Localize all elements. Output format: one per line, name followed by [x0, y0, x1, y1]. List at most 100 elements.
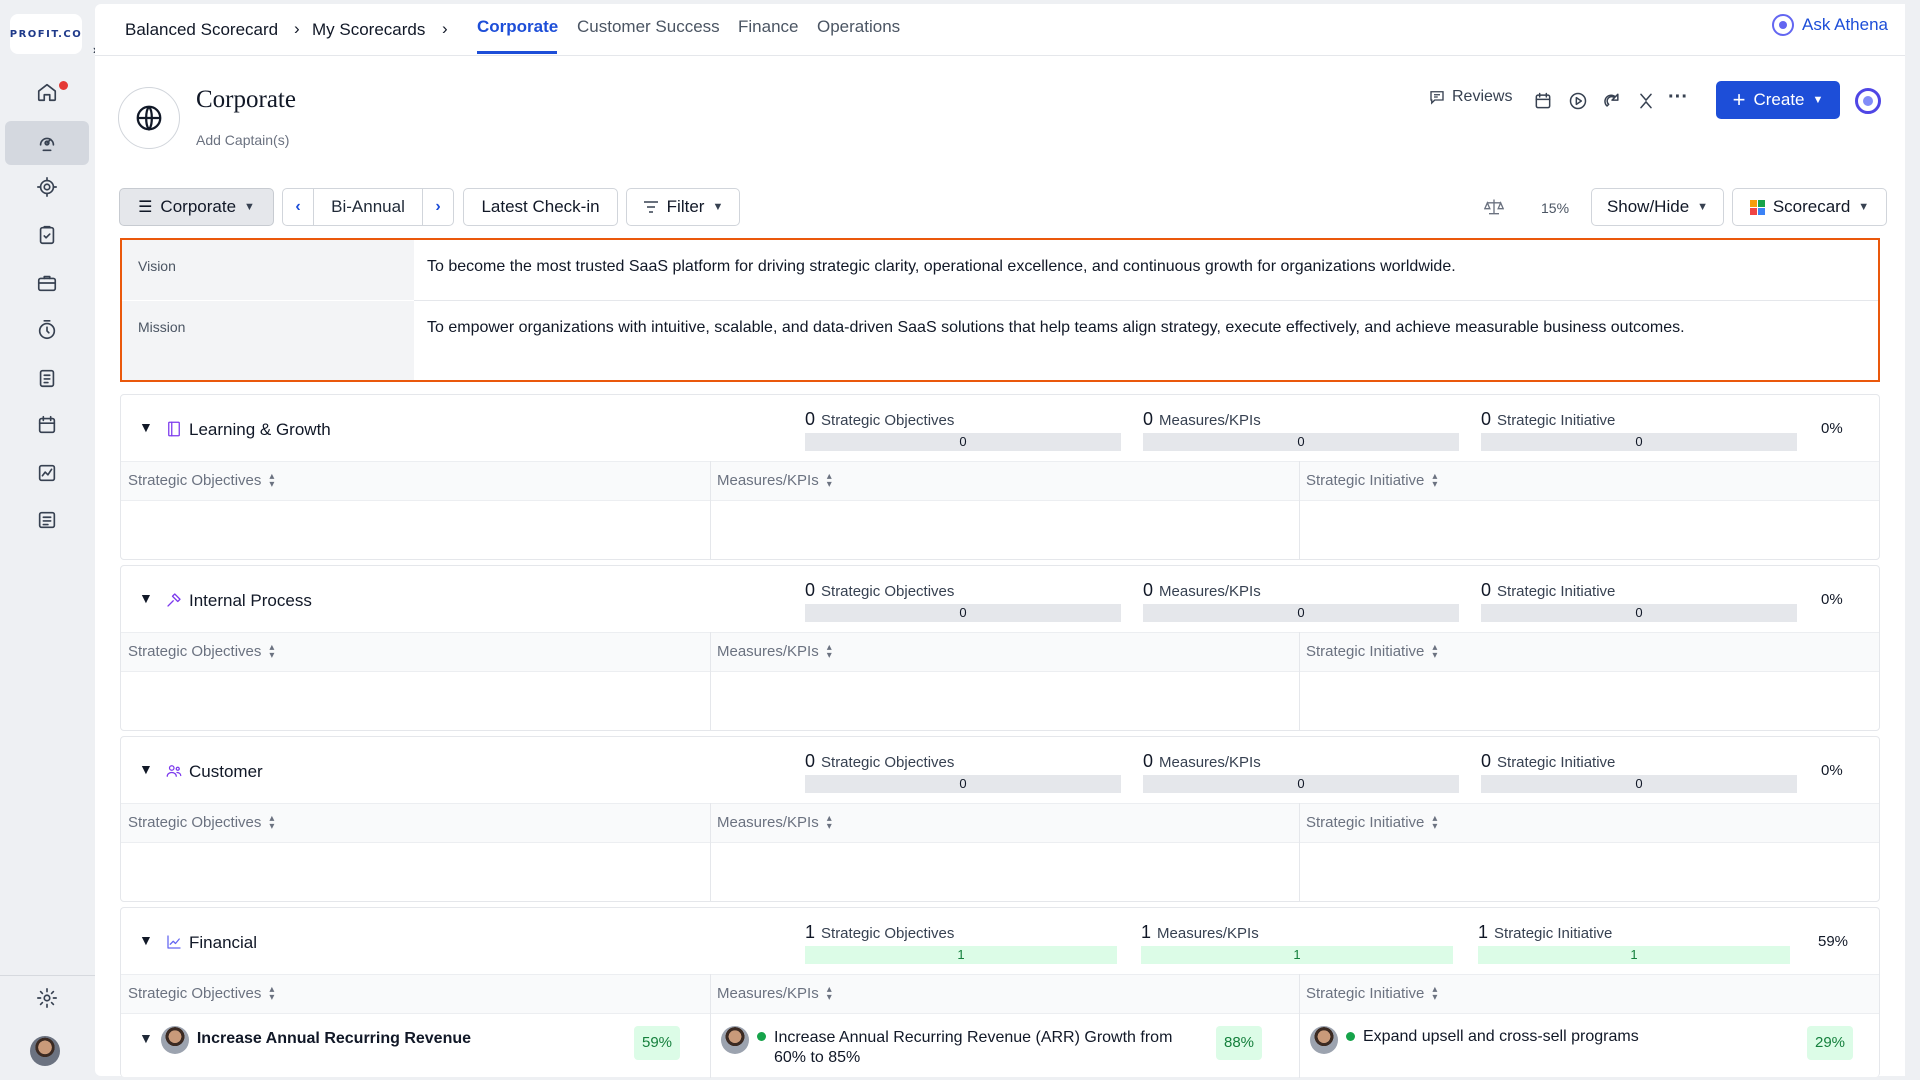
sort-icon[interactable]: ▴ ▾ [827, 984, 832, 1002]
view-select[interactable]: Scorecard ▼ [1732, 188, 1887, 226]
column-header-objectives[interactable]: Strategic Objectives ▴ ▾ [128, 471, 274, 489]
perspective-customer: ▼ Customer 0 Strategic Objectives 0 0 Meas… [120, 736, 1880, 902]
sort-icon[interactable]: ▴ ▾ [827, 642, 832, 660]
column-header-measures[interactable]: Measures/KPIs ▴ ▾ [717, 984, 832, 1002]
latest-checkin-label: Latest Check-in [481, 197, 600, 216]
objectives-count: 1 [805, 922, 816, 942]
initiatives-metric: 0 Strategic Initiative 0 [1481, 751, 1797, 793]
perspective-name: Internal Process [189, 591, 312, 610]
tab-operations[interactable]: Operations [817, 17, 900, 37]
filter-button[interactable]: Filter ▼ [626, 188, 740, 226]
owner-avatar [160, 1026, 189, 1054]
objectives-metric: 1 Strategic Objectives 1 [805, 922, 1117, 964]
user-avatar[interactable] [30, 1036, 60, 1066]
chevron-down-icon[interactable]: ▼ [139, 590, 153, 606]
analytics-icon[interactable] [5, 451, 89, 495]
share-icon[interactable] [1601, 90, 1623, 112]
sort-icon[interactable]: ▴ ▾ [269, 813, 274, 831]
column-header-initiatives[interactable]: Strategic Initiative ▴ ▾ [1306, 984, 1437, 1002]
owner-avatar [1310, 1026, 1338, 1054]
add-captain-link[interactable]: Add Captain(s) [196, 132, 289, 148]
collapse-icon[interactable] [1635, 90, 1657, 112]
scorecard-select[interactable]: ☰ Corporate ▼ [119, 188, 274, 226]
calendar-icon[interactable] [1532, 90, 1554, 112]
create-button[interactable]: + Create ▼ [1716, 81, 1840, 119]
vision-mission-panel: Vision To become the most trusted SaaS p… [120, 238, 1880, 382]
perspective-header[interactable]: ▼ Customer 0 Strategic Objectives 0 0 Meas… [121, 737, 1879, 803]
settings-icon[interactable] [5, 976, 89, 1020]
column-header-measures[interactable]: Measures/KPIs ▴ ▾ [717, 471, 832, 489]
comment-icon [1430, 91, 1444, 105]
list-icon[interactable] [5, 498, 89, 542]
strategy-icon[interactable] [5, 121, 89, 165]
sort-icon[interactable]: ▴ ▾ [1432, 984, 1437, 1002]
mission-text[interactable]: To empower organizations with intuitive,… [427, 319, 1685, 337]
vision-text[interactable]: To become the most trusted SaaS platform… [427, 258, 1456, 276]
perspective-header[interactable]: ▼ Learning & Growth 0 Strategic Objective… [121, 395, 1879, 461]
briefcase-icon[interactable] [5, 261, 89, 305]
column-header-measures[interactable]: Measures/KPIs ▴ ▾ [717, 813, 832, 831]
calendar-icon[interactable] [5, 403, 89, 447]
weight-scale-icon[interactable] [1483, 197, 1506, 219]
show-hide-button[interactable]: Show/Hide ▼ [1591, 188, 1724, 226]
sidebar: PROFIT.CO › [0, 0, 97, 1080]
ask-athena-button[interactable]: Ask Athena [1772, 14, 1888, 36]
target-icon[interactable] [5, 165, 89, 209]
app-logo[interactable]: PROFIT.CO [10, 14, 82, 54]
play-icon[interactable] [1567, 90, 1589, 112]
reviews-button[interactable]: Reviews [1428, 88, 1512, 106]
column-divider [1299, 461, 1300, 560]
perspective-header[interactable]: ▼ Financial 1 Strategic Objectives 1 1 Mea… [121, 908, 1879, 974]
objectives-metric: 0 Strategic Objectives 0 [805, 409, 1121, 451]
latest-checkin-button[interactable]: Latest Check-in [463, 188, 618, 226]
sort-icon[interactable]: ▴ ▾ [1432, 471, 1437, 489]
chevron-down-icon[interactable]: ▼ [139, 1030, 153, 1046]
tab-finance[interactable]: Finance [738, 17, 798, 37]
breadcrumb-my-scorecards[interactable]: My Scorecards [312, 20, 425, 40]
column-header-label: Strategic Objectives [128, 985, 262, 1002]
objective-title[interactable]: Increase Annual Recurring Revenue [197, 1030, 471, 1048]
column-header-objectives[interactable]: Strategic Objectives ▴ ▾ [128, 813, 274, 831]
clipboard-icon[interactable] [5, 356, 89, 400]
chevron-down-icon[interactable]: ▼ [139, 419, 153, 435]
period-label[interactable]: Bi-Annual [313, 189, 423, 225]
measures-progress-bar: 1 [1141, 946, 1453, 964]
column-header-initiatives[interactable]: Strategic Initiative ▴ ▾ [1306, 813, 1437, 831]
sort-icon[interactable]: ▴ ▾ [827, 471, 832, 489]
sort-icon[interactable]: ▴ ▾ [269, 471, 274, 489]
column-header-objectives[interactable]: Strategic Objectives ▴ ▾ [128, 984, 274, 1002]
measures-metric: 0 Measures/KPIs 0 [1143, 580, 1459, 622]
chevron-down-icon[interactable]: ▼ [139, 761, 153, 777]
sort-icon[interactable]: ▴ ▾ [1432, 813, 1437, 831]
column-header-objectives[interactable]: Strategic Objectives ▴ ▾ [128, 642, 274, 660]
column-header-initiatives[interactable]: Strategic Initiative ▴ ▾ [1306, 471, 1437, 489]
sort-icon[interactable]: ▴ ▾ [1432, 642, 1437, 660]
measure-title[interactable]: Increase Annual Recurring Revenue (ARR) … [774, 1028, 1201, 1068]
chevron-down-icon[interactable]: ▼ [139, 932, 153, 948]
checklist-icon[interactable] [5, 213, 89, 257]
initiative-item[interactable]: Expand upsell and cross-sell programs [1310, 1026, 1639, 1054]
tab-corporate[interactable]: Corporate [477, 17, 558, 37]
objectives-count: 0 [805, 580, 816, 600]
measure-item[interactable]: Increase Annual Recurring Revenue (ARR) … [721, 1026, 1201, 1068]
column-divider [710, 974, 711, 1078]
home-icon[interactable] [5, 70, 89, 114]
column-header-label: Strategic Initiative [1306, 814, 1425, 831]
initiatives-metric: 1 Strategic Initiative 1 [1478, 922, 1790, 964]
sort-icon[interactable]: ▴ ▾ [269, 984, 274, 1002]
objective-item[interactable]: ▼ Increase Annual Recurring Revenue [139, 1026, 471, 1054]
column-header-measures[interactable]: Measures/KPIs ▴ ▾ [717, 642, 832, 660]
breadcrumb-balanced-scorecard[interactable]: Balanced Scorecard [125, 20, 278, 40]
sort-icon[interactable]: ▴ ▾ [827, 813, 832, 831]
measures-metric-label: Measures/KPIs [1159, 583, 1261, 600]
next-period-icon[interactable]: › [423, 189, 453, 225]
sort-icon[interactable]: ▴ ▾ [269, 642, 274, 660]
tab-customer-success[interactable]: Customer Success [577, 17, 720, 37]
perspective-header[interactable]: ▼ Internal Process 0 Strategic Objectives… [121, 566, 1879, 632]
ai-assistant-icon[interactable] [1855, 88, 1881, 114]
more-options-icon[interactable]: ··· [1667, 86, 1689, 108]
column-header-initiatives[interactable]: Strategic Initiative ▴ ▾ [1306, 642, 1437, 660]
timer-icon[interactable] [5, 308, 89, 352]
previous-period-icon[interactable]: ‹ [283, 189, 313, 225]
initiative-title[interactable]: Expand upsell and cross-sell programs [1363, 1028, 1639, 1046]
